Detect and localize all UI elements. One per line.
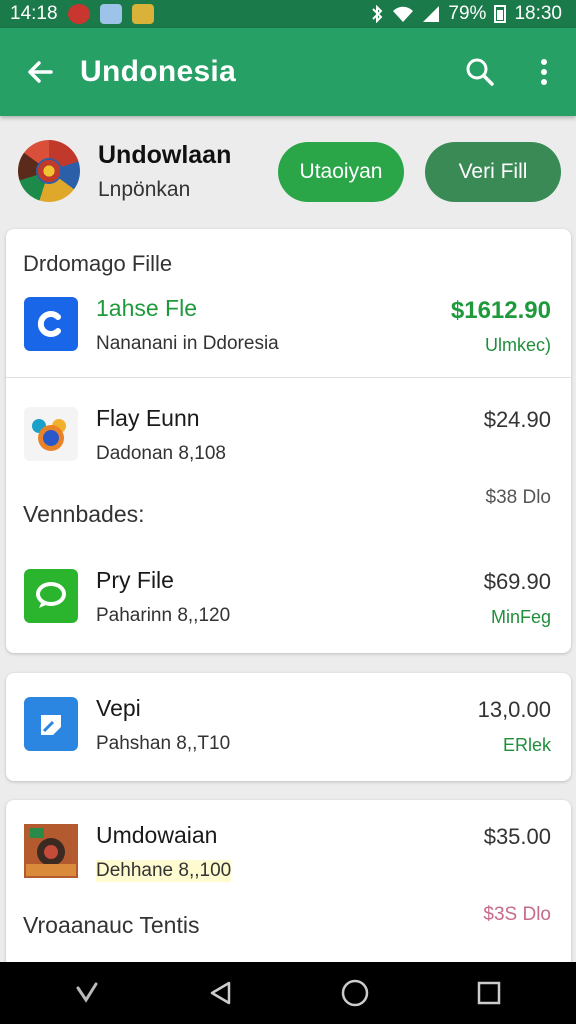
status-time-right: 18:30 xyxy=(514,3,562,24)
battery-percent: 79% xyxy=(448,3,487,24)
swoosh-icon xyxy=(76,982,98,1003)
triangle-back-icon xyxy=(210,981,231,1005)
downloads-card: Drdomago Fille 1ahse Fle Nananani in Ddo… xyxy=(6,229,571,653)
item-subtitle: Nananani in Ddoresia xyxy=(96,333,279,354)
item-price: $35.00 xyxy=(483,824,551,849)
item-subtitle: Dadonan 8,108 xyxy=(96,443,226,464)
battery-icon xyxy=(494,5,507,23)
app-notification-icon xyxy=(131,4,154,24)
search-button[interactable] xyxy=(448,28,512,116)
back-button[interactable] xyxy=(0,28,80,116)
item-title: Flay Eunn xyxy=(96,405,200,431)
section-label: Vennbades: xyxy=(23,501,145,527)
item-price: $69.90 xyxy=(483,569,551,594)
c-app-icon xyxy=(24,297,78,351)
item-price: $1612.90 xyxy=(450,297,551,324)
view-file-button[interactable]: Veri Fill xyxy=(425,142,561,202)
avatar xyxy=(18,140,80,202)
list-item[interactable]: Vepi Pahshan 8,,T10 13,0.00 ERlek xyxy=(6,687,571,767)
section-price: $38 Dlo xyxy=(485,487,552,508)
arrow-left-icon xyxy=(28,61,53,83)
square-overview-icon xyxy=(477,981,501,1005)
photo-thumb-icon xyxy=(24,824,78,878)
item-subtitle: Dehhane 8,,100 xyxy=(96,860,232,882)
back-nav-button[interactable] xyxy=(191,962,251,1024)
section-price: $3S Dlo xyxy=(483,904,551,925)
system-nav-bar xyxy=(0,962,576,1024)
status-time-left: 14:18 xyxy=(10,3,58,24)
more-vert-icon xyxy=(541,59,547,85)
signal-icon xyxy=(423,6,440,22)
chat-bubble-icon xyxy=(24,569,78,623)
item-subtitle: Pahshan 8,,T10 xyxy=(96,733,231,754)
item-title: Umdowaian xyxy=(96,822,218,848)
bluetooth-icon xyxy=(372,5,383,23)
more-options-button[interactable] xyxy=(512,28,576,116)
item-price: $24.90 xyxy=(483,407,551,432)
list-item[interactable]: Pry File Paharinn 8,,120 $69.90 MinFeg xyxy=(6,559,571,639)
app-bar: Undonesia xyxy=(0,28,576,116)
item-price: 13,0.00 xyxy=(477,697,551,722)
overview-nav-button[interactable] xyxy=(459,962,519,1024)
item-title: Pry File xyxy=(96,567,174,593)
profile-name: Undowlaan xyxy=(98,140,232,169)
docs-icon xyxy=(24,697,78,751)
item-status: Ulmkec) xyxy=(485,335,551,355)
item-status: ERlek xyxy=(502,735,551,755)
list-item[interactable]: Umdowaian Dehhane 8,,100 $35.00 xyxy=(6,814,571,894)
file-card: Umdowaian Dehhane 8,,100 $35.00 $3S Dlo … xyxy=(6,800,571,970)
circle-home-icon xyxy=(341,979,369,1007)
status-bar: 14:18 79% 18:30 xyxy=(0,0,576,28)
item-subtitle: Paharinn 8,,120 xyxy=(96,605,231,626)
section-label: Vroaanauc Tentis xyxy=(23,912,200,938)
chrome-icon xyxy=(24,407,78,461)
page-title: Undonesia xyxy=(80,55,237,88)
item-status: MinFeg xyxy=(490,607,551,627)
section-title: Drdomago Fille xyxy=(23,251,173,276)
profile-subtitle: Lnpönkan xyxy=(98,177,191,201)
item-title: Vepi xyxy=(96,695,141,721)
list-item[interactable]: 1ahse Fle Nananani in Ddoresia $1612.90 … xyxy=(6,287,571,367)
mail-notification-icon xyxy=(99,4,122,24)
home-nav-button[interactable] xyxy=(325,962,385,1024)
item-title: 1ahse Fle xyxy=(96,295,198,321)
divider xyxy=(6,377,571,378)
notification-icon xyxy=(67,4,90,24)
recents-gesture-button[interactable] xyxy=(57,962,117,1024)
primary-action-button[interactable]: Utaoiyan xyxy=(278,142,404,202)
file-card: Vepi Pahshan 8,,T10 13,0.00 ERlek xyxy=(6,673,571,781)
search-icon xyxy=(466,58,494,86)
list-item[interactable]: Flay Eunn Dadonan 8,108 $24.90 xyxy=(6,397,571,477)
wifi-icon xyxy=(393,6,414,22)
